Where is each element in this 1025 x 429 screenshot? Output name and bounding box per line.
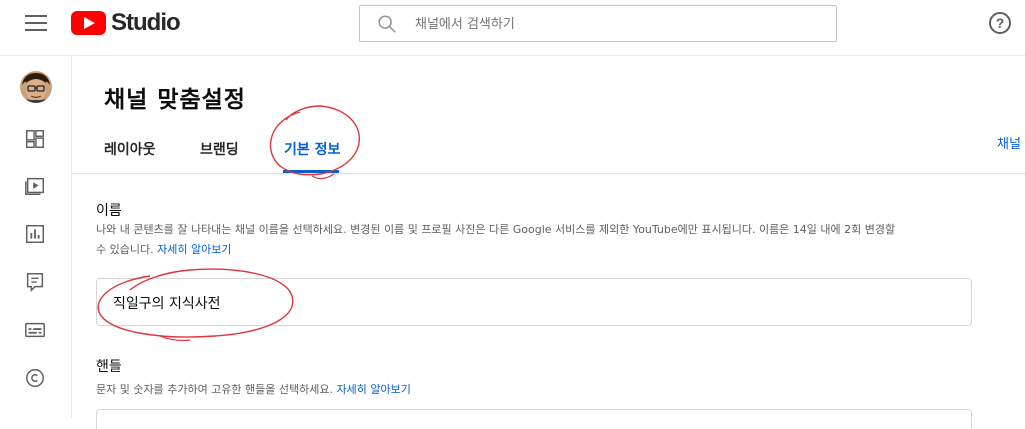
side-nav xyxy=(0,56,72,418)
basic-info-content: 이름 나와 내 콘텐츠를 잘 나타내는 채널 이름을 선택하세요. 변경된 이름… xyxy=(72,175,1025,429)
view-channel-link[interactable]: 채널 xyxy=(997,133,1021,152)
copyright-icon[interactable] xyxy=(24,367,46,389)
channel-name-value[interactable]: 직일구의 지식사전 xyxy=(113,293,221,313)
analytics-icon[interactable] xyxy=(24,223,46,245)
channel-name-field[interactable]: 직일구의 지식사전 xyxy=(96,278,972,326)
handle-section-title: 핸들 xyxy=(96,359,122,375)
subtitles-icon[interactable] xyxy=(24,319,46,341)
name-section-description: 나와 내 콘텐츠를 잘 나타내는 채널 이름을 선택하세요. 변경된 이름 및 … xyxy=(96,220,976,260)
active-tab-indicator xyxy=(283,170,339,173)
name-description-line1: 나와 내 콘텐츠를 잘 나타내는 채널 이름을 선택하세요. 변경된 이름 및 … xyxy=(96,223,896,236)
help-icon[interactable]: ? xyxy=(989,12,1011,34)
tab-branding[interactable]: 브랜딩 xyxy=(200,139,239,159)
search-box[interactable] xyxy=(359,5,837,42)
name-description-line2: 수 있습니다. 자세히 알아보기 xyxy=(96,243,232,256)
main-panel: 채널 맞춤설정 레이아웃 브랜딩 기본 정보 채널 이름 나와 내 콘텐츠를 잘… xyxy=(72,56,1025,429)
search-input[interactable] xyxy=(415,12,815,36)
avatar[interactable] xyxy=(20,71,52,103)
logo-text: Studio xyxy=(111,9,181,36)
page-title: 채널 맞춤설정 xyxy=(104,87,246,113)
studio-logo[interactable]: Studio xyxy=(71,9,181,36)
handle-learn-more-link[interactable]: 자세히 알아보기 xyxy=(337,383,411,396)
handle-field[interactable] xyxy=(96,409,972,429)
handle-section-description: 문자 및 숫자를 추가하여 고유한 핸들을 선택하세요. 자세히 알아보기 xyxy=(96,383,411,396)
youtube-logo-icon xyxy=(71,11,106,35)
content-icon[interactable] xyxy=(24,175,46,197)
tab-layout[interactable]: 레이아웃 xyxy=(104,139,156,159)
name-section-title: 이름 xyxy=(96,203,122,219)
name-learn-more-link[interactable]: 자세히 알아보기 xyxy=(157,243,231,256)
comments-icon[interactable] xyxy=(24,271,46,293)
page-header: 채널 맞춤설정 레이아웃 브랜딩 기본 정보 채널 xyxy=(72,56,1025,174)
dashboard-icon[interactable] xyxy=(24,128,46,150)
search-icon xyxy=(378,15,396,33)
menu-icon[interactable] xyxy=(25,15,47,33)
top-bar: Studio ? xyxy=(0,0,1025,56)
tab-basic-info[interactable]: 기본 정보 xyxy=(284,139,340,159)
